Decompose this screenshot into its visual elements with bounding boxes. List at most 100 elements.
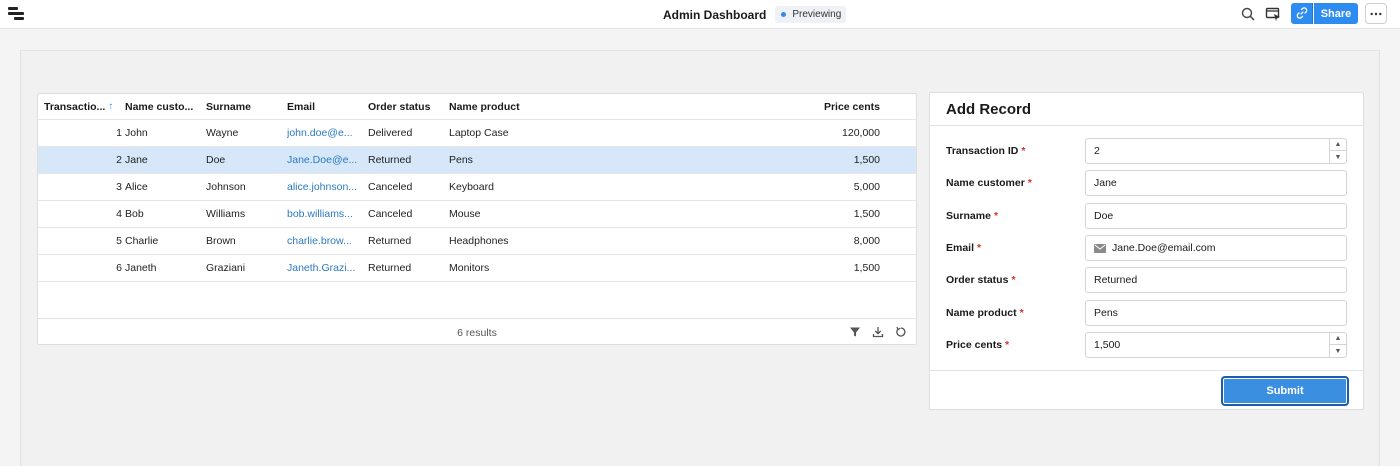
field-label-surname: Surname * [946, 203, 998, 229]
more-icon [1370, 12, 1382, 15]
column-header-price-cents[interactable]: Price cents [678, 94, 880, 119]
form-title: Add Record [946, 101, 1032, 118]
input-value: 2 [1094, 145, 1100, 157]
required-marker: * [1011, 274, 1016, 286]
link-icon [1296, 7, 1308, 19]
status-badge: Previewing [775, 6, 847, 23]
cell-surname: Johnson [206, 181, 246, 193]
chevron-up-icon[interactable]: ▲ [1330, 333, 1346, 345]
field-label-transaction-id: Transaction ID * [946, 138, 1025, 164]
cell-transaction-id: 3 [116, 181, 122, 193]
status-dot-icon [781, 12, 787, 17]
name-product-input[interactable]: Pens [1085, 300, 1347, 326]
table-row[interactable]: 5 Charlie Brown charlie.brow... Returned… [38, 228, 916, 255]
form-divider [930, 125, 1363, 126]
table-header-row: Transactio... ↑ Name custo... Surname Em… [38, 94, 916, 120]
input-value: 1,500 [1094, 339, 1121, 351]
mail-icon [1094, 243, 1106, 253]
chevron-down-icon[interactable]: ▼ [1330, 345, 1346, 357]
cell-price-cents: 120,000 [842, 127, 880, 139]
column-header-email[interactable]: Email [287, 94, 359, 119]
cell-price-cents: 5,000 [853, 181, 880, 193]
table-row[interactable]: 3 Alice Johnson alice.johnson... Cancele… [38, 174, 916, 201]
cell-surname: Doe [206, 154, 226, 166]
more-options-button[interactable] [1365, 3, 1387, 24]
email-input[interactable]: Jane.Doe@email.com [1085, 235, 1347, 261]
label-text: Surname [946, 210, 991, 222]
cell-name-product: Keyboard [449, 181, 494, 193]
table-row[interactable]: 4 Bob Williams bob.williams... Canceled … [38, 201, 916, 228]
top-bar: Admin Dashboard Previewing Share [0, 0, 1400, 29]
cell-name-customer: Bob [125, 208, 144, 220]
surname-input[interactable]: Doe [1085, 203, 1347, 229]
input-value: Doe [1094, 210, 1114, 222]
field-label-price-cents: Price cents * [946, 332, 1009, 358]
required-marker: * [977, 242, 982, 254]
column-header-order-status[interactable]: Order status [368, 94, 442, 119]
transaction-id-input[interactable]: 2 ▲ ▼ [1085, 138, 1347, 164]
cell-name-product: Headphones [449, 235, 509, 247]
add-record-form: Add Record Transaction ID * 2 ▲ ▼ Name cu… [929, 92, 1364, 410]
retool-logo-icon[interactable] [8, 7, 24, 21]
required-marker: * [1021, 145, 1026, 157]
cell-transaction-id: 2 [116, 154, 122, 166]
field-label-name-product: Name product * [946, 300, 1024, 326]
number-stepper[interactable]: ▲ ▼ [1329, 139, 1346, 163]
cell-name-product: Monitors [449, 262, 490, 274]
cell-price-cents: 1,500 [853, 154, 880, 166]
chevron-up-icon[interactable]: ▲ [1330, 139, 1346, 151]
app-title: Admin Dashboard [663, 7, 767, 22]
column-header-surname[interactable]: Surname [206, 94, 280, 119]
input-value: Jane [1094, 177, 1117, 189]
cell-name-product: Laptop Case [449, 127, 509, 139]
cell-surname: Brown [206, 235, 236, 247]
table-row[interactable]: 6 Janeth Graziani Janeth.Grazi... Return… [38, 255, 916, 282]
share-button[interactable]: Share [1314, 3, 1358, 24]
name-customer-input[interactable]: Jane [1085, 170, 1347, 196]
status-badge-label: Previewing [792, 9, 842, 20]
results-count: 6 results [457, 326, 497, 339]
cell-email-link[interactable]: bob.williams... [287, 201, 359, 227]
preview-icon[interactable] [1265, 6, 1281, 22]
cell-name-customer: Charlie [125, 235, 159, 247]
download-icon[interactable] [872, 326, 884, 338]
input-value: Returned [1094, 274, 1138, 286]
cell-order-status: Canceled [368, 181, 413, 193]
table-row[interactable]: 1 John Wayne john.doe@e... Delivered Lap… [38, 120, 916, 147]
cell-transaction-id: 6 [116, 262, 122, 274]
column-header-name-customer[interactable]: Name custo... [125, 94, 197, 119]
sort-ascending-icon[interactable]: ↑ [108, 101, 113, 112]
title-area: Admin Dashboard Previewing [663, 6, 847, 23]
table-row-selected[interactable]: 2 Jane Doe Jane.Doe@e... Returned Pens 1… [38, 147, 916, 174]
cell-email-link[interactable]: Jane.Doe@e... [287, 147, 359, 173]
cell-email-link[interactable]: Janeth.Grazi... [287, 255, 359, 281]
submit-button[interactable]: Submit [1221, 376, 1349, 406]
refresh-icon[interactable] [895, 326, 907, 338]
label-text: Email [946, 242, 975, 254]
cell-surname: Williams [206, 208, 246, 220]
label-text: Name customer [946, 177, 1025, 189]
label-text: Name product [946, 307, 1017, 319]
order-status-input[interactable]: Returned [1085, 267, 1347, 293]
column-header-name-product[interactable]: Name product [449, 94, 599, 119]
price-cents-input[interactable]: 1,500 ▲ ▼ [1085, 332, 1347, 358]
cell-order-status: Returned [368, 235, 412, 247]
cell-price-cents: 8,000 [853, 235, 880, 247]
search-icon[interactable] [1240, 6, 1256, 22]
cell-price-cents: 1,500 [853, 208, 880, 220]
cell-order-status: Returned [368, 262, 412, 274]
cell-email-link[interactable]: john.doe@e... [287, 120, 359, 146]
cell-email-link[interactable]: alice.johnson... [287, 174, 359, 200]
cell-email-link[interactable]: charlie.brow... [287, 228, 359, 254]
chevron-down-icon[interactable]: ▼ [1330, 151, 1346, 163]
filter-icon[interactable] [849, 326, 861, 338]
cell-surname: Graziani [206, 262, 246, 274]
number-stepper[interactable]: ▲ ▼ [1329, 333, 1346, 357]
column-header-transaction-id[interactable]: Transactio... ↑ [44, 94, 122, 119]
cell-name-product: Mouse [449, 208, 481, 220]
required-marker: * [1019, 307, 1024, 319]
field-label-email: Email * [946, 235, 981, 261]
copy-link-button[interactable] [1291, 3, 1313, 24]
field-label-name-customer: Name customer * [946, 170, 1032, 196]
cell-name-product: Pens [449, 154, 473, 166]
